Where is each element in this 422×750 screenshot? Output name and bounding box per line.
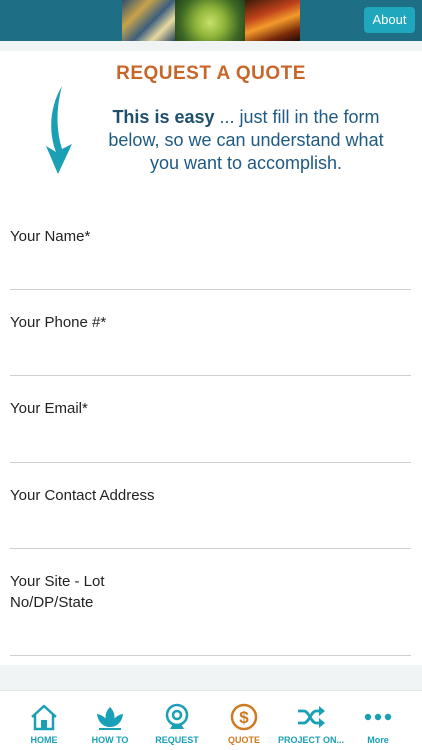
- site-field[interactable]: [10, 655, 411, 656]
- tab-project-on-label: PROJECT ON...: [277, 735, 344, 745]
- address-field[interactable]: [10, 548, 411, 549]
- tab-home[interactable]: HOME: [9, 691, 79, 750]
- more-dots-icon: [364, 713, 392, 721]
- phone-field[interactable]: [10, 375, 411, 376]
- email-field[interactable]: [10, 462, 411, 463]
- header-banner-image: [122, 0, 300, 41]
- tab-request-label: REQUEST: [155, 735, 199, 745]
- bottom-tab-bar: HOME HOW TO REQUEST $ QUOTE PROJECT ON..…: [0, 690, 422, 750]
- lotus-icon: [97, 707, 123, 730]
- page-title: REQUEST A QUOTE: [116, 63, 306, 84]
- banner-photo-fire: [245, 0, 300, 41]
- intro-text: This is easy ... just fill in the form b…: [98, 106, 394, 175]
- tab-how-to[interactable]: HOW TO: [75, 691, 145, 750]
- banner-photo-frog: [175, 0, 245, 41]
- svg-text:$: $: [239, 708, 249, 727]
- app-header: About: [0, 0, 422, 41]
- tab-home-label: HOME: [30, 735, 58, 745]
- site-field-label: Your Site - Lot No/DP/State: [10, 573, 105, 611]
- name-field[interactable]: [10, 289, 411, 290]
- about-button[interactable]: About: [364, 7, 415, 33]
- address-field-label: Your Contact Address: [10, 487, 155, 504]
- home-icon: [31, 704, 57, 731]
- tab-quote-label: QUOTE: [227, 735, 260, 745]
- tab-more[interactable]: More: [343, 691, 413, 750]
- name-field-label: Your Name*: [10, 228, 91, 245]
- phone-field-label: Your Phone #*: [10, 314, 107, 331]
- shuffle-icon: [298, 706, 325, 728]
- banner-photo-structure: [122, 0, 175, 41]
- intro-bold: This is easy: [112, 107, 215, 127]
- dollar-icon: $: [230, 703, 258, 731]
- tab-more-label: More: [367, 735, 389, 745]
- curved-arrow-down-icon: [46, 86, 72, 174]
- tab-how-to-label: HOW TO: [91, 735, 129, 745]
- email-field-label: Your Email*: [10, 400, 88, 417]
- tab-quote[interactable]: $ QUOTE: [209, 691, 279, 750]
- tab-project-on[interactable]: PROJECT ON...: [276, 691, 346, 750]
- tab-request[interactable]: REQUEST: [142, 691, 212, 750]
- webcam-icon: [165, 703, 189, 729]
